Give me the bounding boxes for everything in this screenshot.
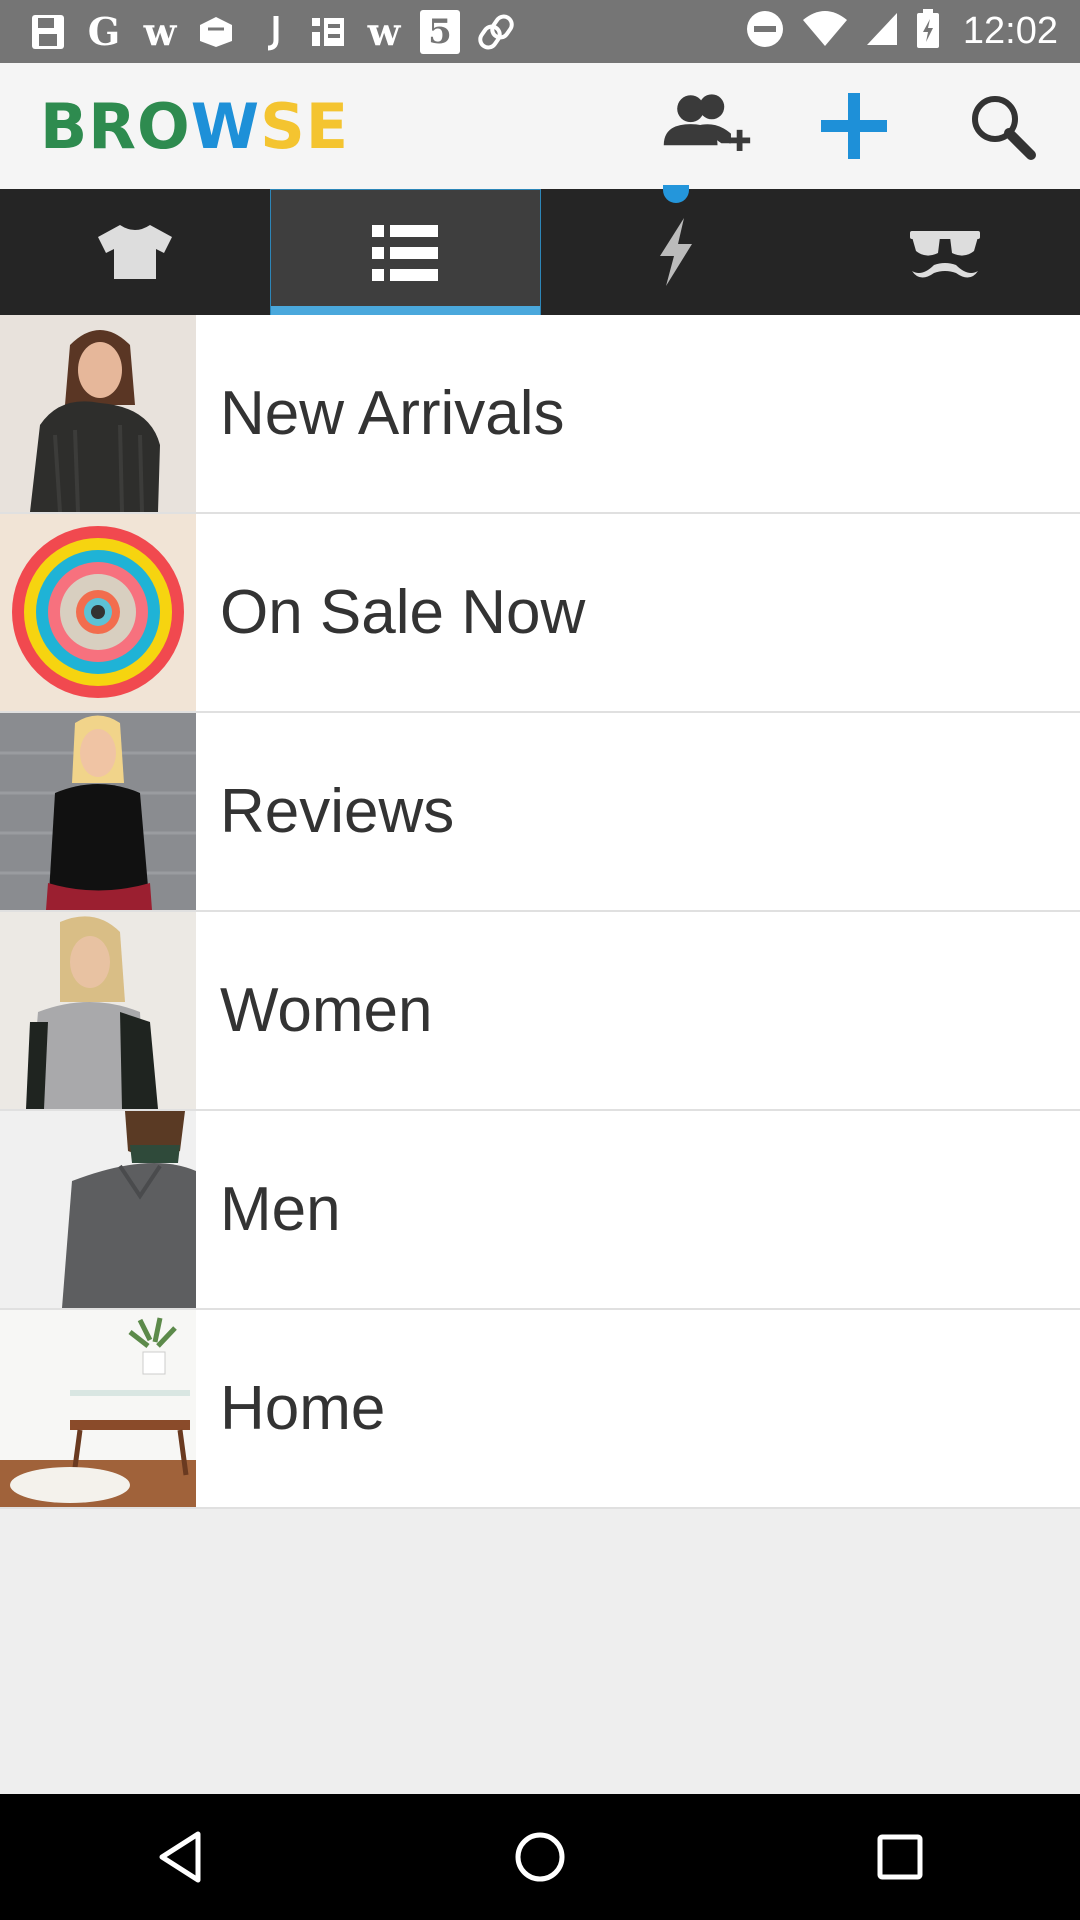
search-icon — [972, 96, 1036, 160]
page-title: BROWSE — [40, 90, 349, 163]
list-item-reviews[interactable]: Reviews — [0, 713, 1080, 912]
item-label: Home — [220, 1374, 386, 1443]
tab-bar — [0, 185, 1080, 315]
list-item-on-sale-now[interactable]: On Sale Now — [0, 514, 1080, 713]
item-label: Men — [220, 1175, 341, 1244]
list-item-women[interactable]: Women — [0, 912, 1080, 1111]
google-icon: G — [87, 9, 121, 54]
tab-profile[interactable] — [811, 189, 1080, 315]
item-label: New Arrivals — [220, 379, 565, 448]
link-icon — [476, 12, 516, 52]
category-list: New Arrivals On Sale Now Reviews Women M… — [0, 315, 1080, 1509]
do-not-disturb-icon — [745, 9, 785, 54]
men-thumbnail — [0, 1111, 196, 1308]
taobao-icon — [308, 12, 348, 52]
add-button[interactable] — [806, 78, 902, 174]
item-label: On Sale Now — [220, 578, 586, 647]
back-icon — [159, 1831, 201, 1883]
w-icon: w — [143, 9, 177, 54]
home-icon — [515, 1832, 565, 1882]
status-bar: G w w 5 12:02 — [0, 0, 1080, 63]
save-icon — [28, 12, 68, 52]
list-item-new-arrivals[interactable]: New Arrivals — [0, 315, 1080, 514]
disguise-icon — [910, 231, 981, 278]
list-item-men[interactable]: Men — [0, 1111, 1080, 1310]
title-part-blue: W — [190, 89, 261, 163]
tshirt-icon — [97, 225, 172, 279]
recents-icon — [877, 1834, 923, 1880]
new-arrivals-thumbnail — [0, 315, 196, 512]
back-button[interactable] — [130, 1807, 230, 1907]
notification-dot — [662, 185, 689, 203]
item-label: Women — [220, 976, 433, 1045]
plus-icon — [821, 93, 887, 159]
j-icon — [252, 12, 292, 52]
list-icon — [372, 224, 439, 281]
add-friend-icon — [663, 94, 751, 151]
home-thumbnail — [0, 1310, 196, 1507]
box-icon — [196, 12, 236, 52]
battery-icon — [915, 8, 941, 55]
html5-icon: 5 — [420, 9, 460, 54]
app-actions — [658, 63, 1050, 189]
on-sale-thumbnail — [0, 514, 196, 711]
women-thumbnail — [0, 912, 196, 1109]
system-nav-bar — [0, 1794, 1080, 1920]
search-button[interactable] — [954, 78, 1050, 174]
notification-icons: G w w 5 — [28, 9, 516, 54]
app-bar: BROWSE — [0, 63, 1080, 189]
item-label: Reviews — [220, 777, 455, 846]
home-button[interactable] — [490, 1807, 590, 1907]
reviews-thumbnail — [0, 713, 196, 910]
wifi-icon — [801, 10, 849, 53]
list-item-home[interactable]: Home — [0, 1310, 1080, 1509]
tab-browse[interactable] — [269, 189, 541, 315]
signal-icon — [865, 11, 899, 52]
w-icon: w — [367, 9, 401, 54]
tab-products[interactable] — [0, 189, 270, 315]
status-time: 12:02 — [962, 10, 1058, 52]
title-part-yellow: SE — [260, 89, 350, 163]
system-icons: 12:02 — [745, 8, 1058, 55]
recents-button[interactable] — [850, 1807, 950, 1907]
title-part-green: BRO — [40, 89, 191, 163]
add-friend-button[interactable] — [658, 78, 754, 174]
lightning-icon — [659, 218, 692, 286]
tab-activity[interactable] — [541, 185, 811, 315]
